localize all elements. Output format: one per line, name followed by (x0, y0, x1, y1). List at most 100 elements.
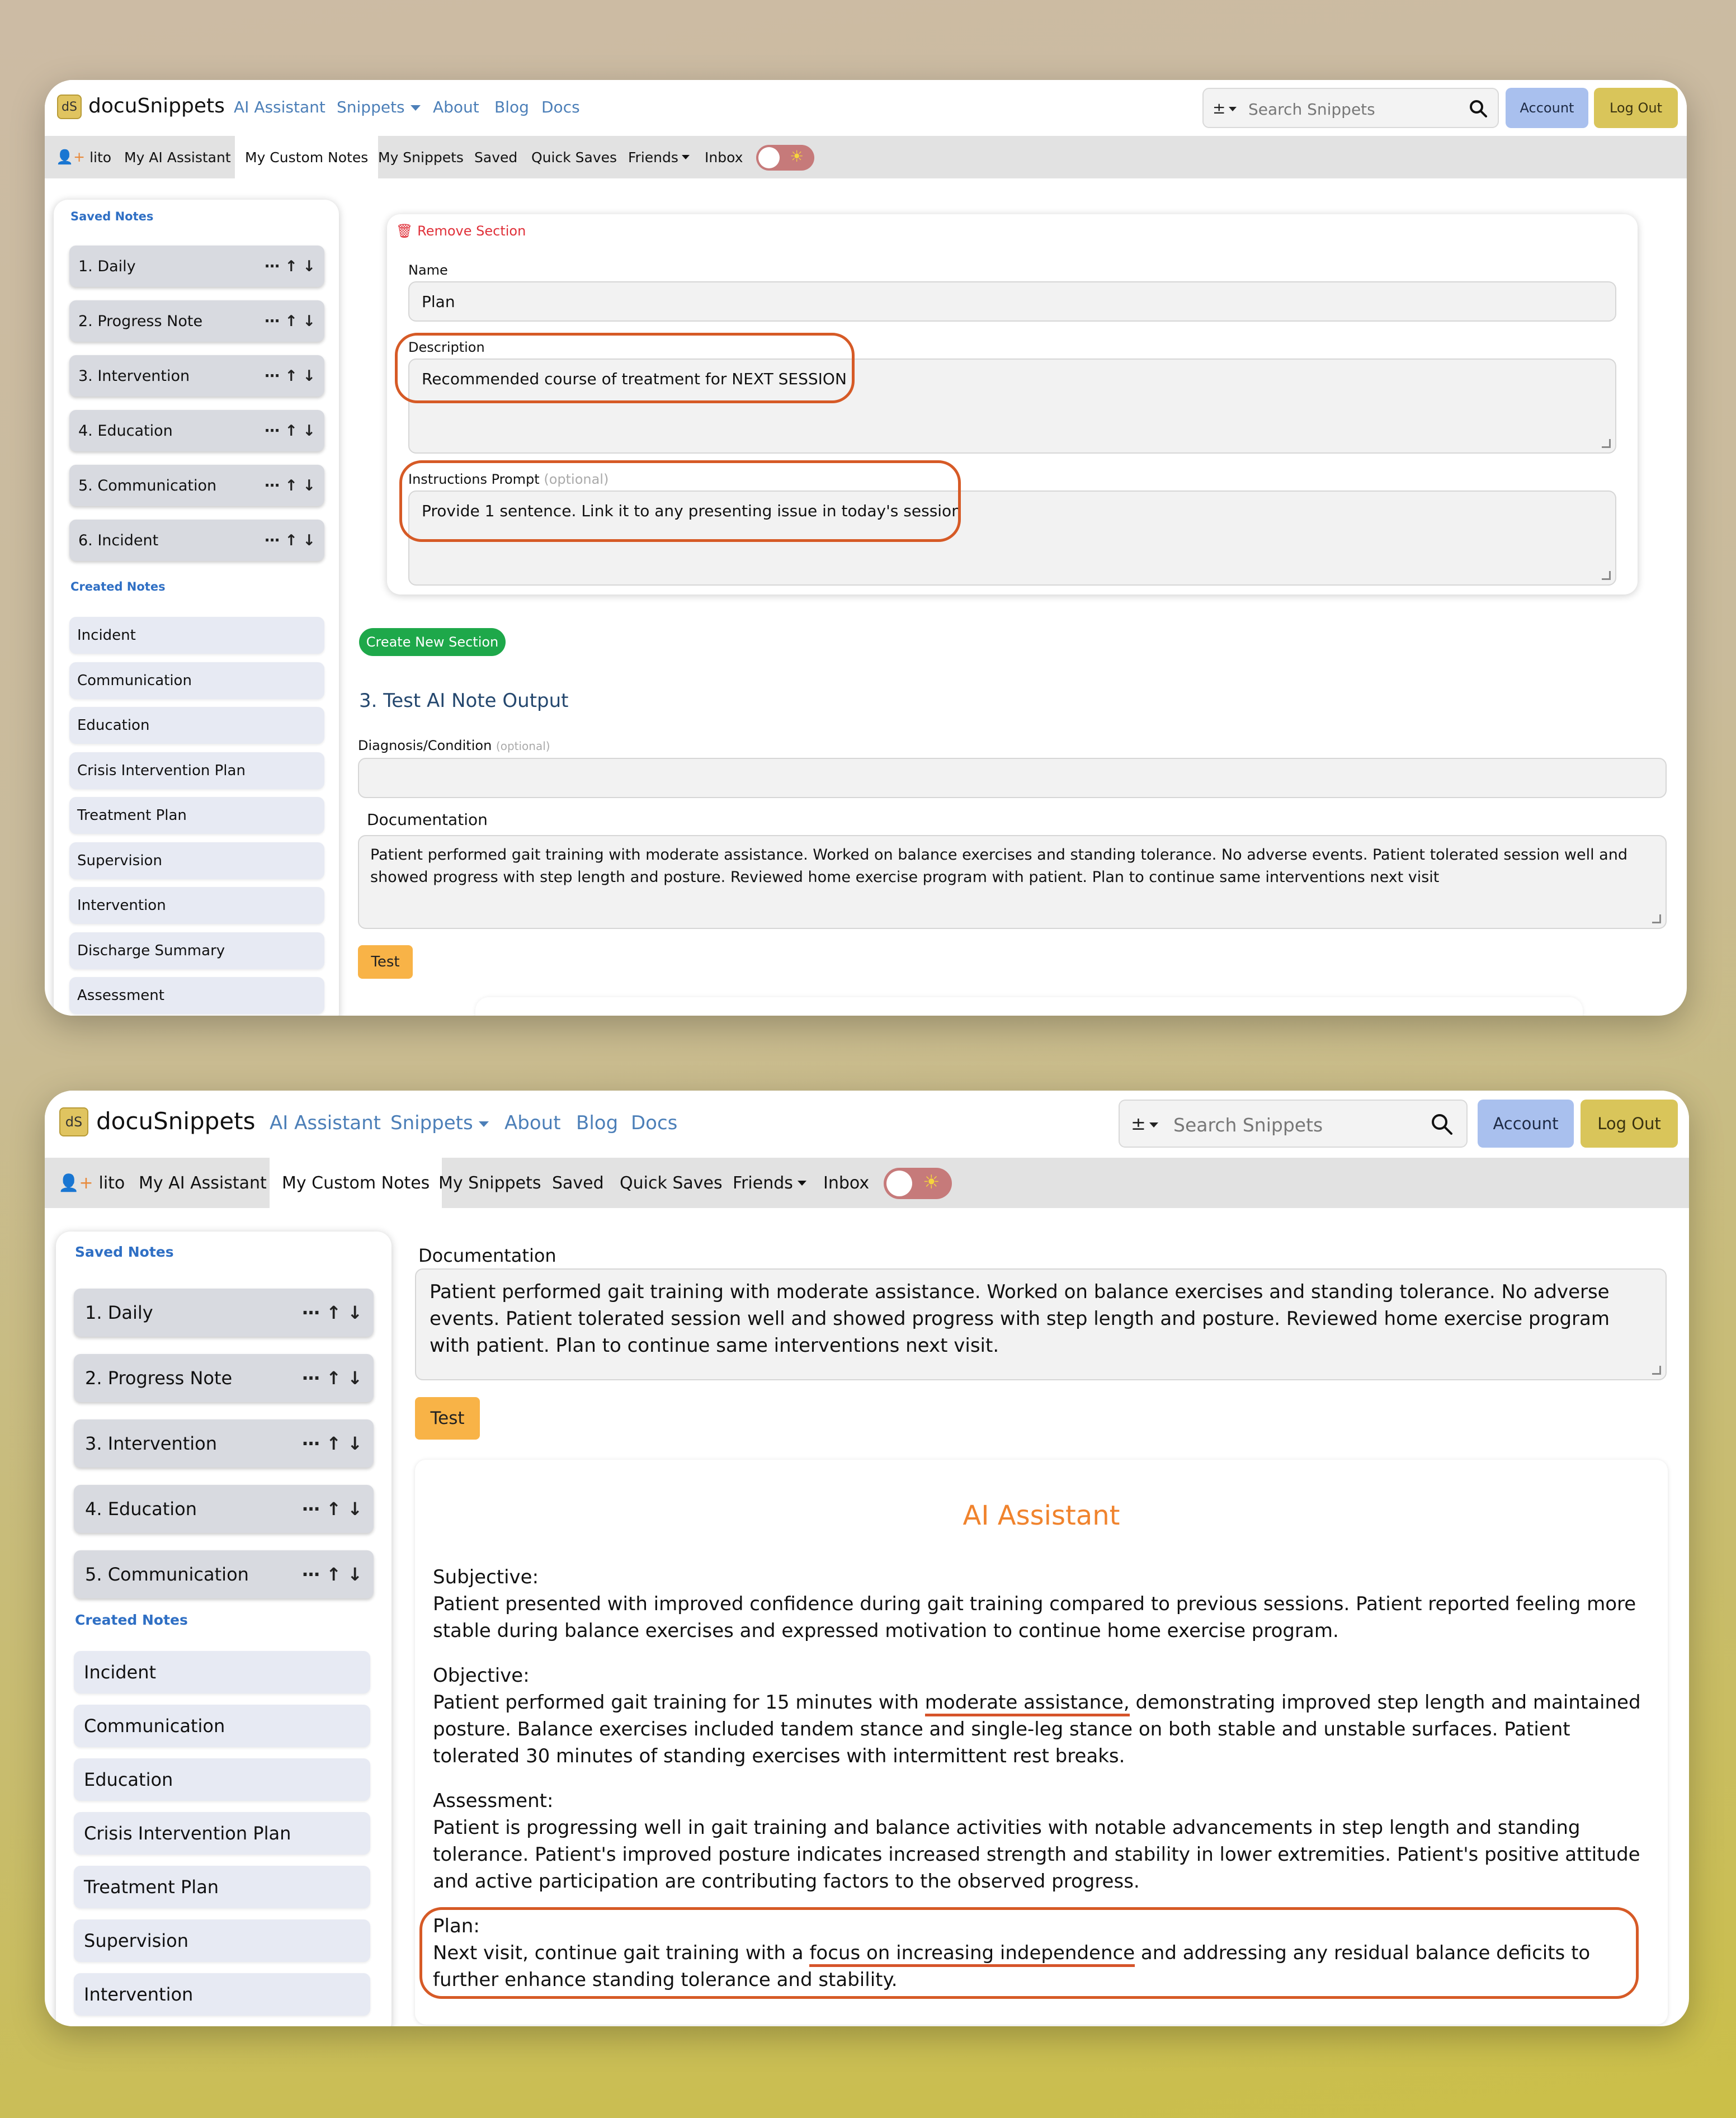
nav-ai-assistant[interactable]: AI Assistant (270, 1112, 381, 1134)
created-note-item[interactable]: Education (69, 707, 324, 744)
logout-button[interactable]: Log Out (1581, 1100, 1678, 1148)
remove-section-button[interactable]: 🗑 Remove Section (396, 223, 526, 239)
tab-saved[interactable]: Saved (474, 136, 517, 178)
nav-blog[interactable]: Blog (576, 1112, 618, 1134)
search-icon[interactable] (1469, 99, 1488, 118)
saved-note-item[interactable]: 2. Progress Note ⋯ ↑ ↓ (69, 300, 324, 342)
account-button[interactable]: Account (1478, 1100, 1574, 1148)
created-note-item[interactable]: Supervision (69, 842, 324, 879)
saved-note-item[interactable]: 4. Education ⋯ ↑ ↓ (69, 410, 324, 451)
tab-friends[interactable]: Friends (628, 136, 690, 178)
search-box[interactable]: ± Search Snippets (1202, 88, 1499, 128)
nav-about[interactable]: About (504, 1112, 561, 1134)
saved-note-item[interactable]: 1. Daily ⋯ ↑ ↓ (69, 246, 324, 287)
diagnosis-input[interactable] (358, 758, 1667, 798)
created-notes-heading: Created Notes (70, 580, 166, 593)
created-note-item[interactable]: Treatment Plan (74, 1866, 370, 1908)
created-note-item[interactable]: Discharge Summary (69, 932, 324, 969)
saved-note-item[interactable]: 4. Education ⋯ ↑ ↓ (74, 1485, 374, 1533)
tab-my-snippets[interactable]: My Snippets (378, 136, 464, 178)
brand-logo[interactable]: dS (59, 1107, 88, 1136)
saved-note-item[interactable]: 6. Incident ⋯ ↑ ↓ (69, 520, 324, 561)
created-note-item[interactable]: Intervention (69, 887, 324, 924)
brand-name[interactable]: docuSnippets (88, 95, 225, 117)
saved-note-item[interactable]: 1. Daily ⋯ ↑ ↓ (74, 1289, 374, 1337)
created-note-item[interactable]: Communication (74, 1705, 370, 1747)
brand-logo[interactable]: dS (57, 95, 82, 119)
user-menu[interactable]: 👤+ lito (56, 136, 111, 178)
filter-icon[interactable]: ± (1131, 1113, 1158, 1134)
test-button[interactable]: Test (415, 1397, 480, 1440)
create-section-button[interactable]: Create New Section (359, 628, 506, 656)
theme-toggle[interactable]: ☀ (756, 145, 814, 171)
search-input[interactable]: Search Snippets (1173, 1114, 1323, 1136)
created-note-item[interactable]: Incident (74, 1651, 370, 1694)
filter-icon[interactable]: ± (1213, 99, 1237, 117)
tab-my-ai-assistant[interactable]: My AI Assistant (139, 1158, 267, 1208)
reorder-controls[interactable]: ⋯ ↑ ↓ (302, 1550, 362, 1598)
created-note-item[interactable]: Assessment (69, 977, 324, 1014)
tab-inbox[interactable]: Inbox (705, 136, 743, 178)
nav-docs[interactable]: Docs (541, 98, 580, 116)
tab-quick-saves[interactable]: Quick Saves (620, 1158, 723, 1208)
nav-blog[interactable]: Blog (494, 98, 529, 116)
saved-note-item[interactable]: 2. Progress Note ⋯ ↑ ↓ (74, 1354, 374, 1402)
resize-handle[interactable] (1652, 914, 1661, 923)
reorder-controls[interactable]: ⋯ ↑ ↓ (265, 300, 315, 342)
nav-snippets[interactable]: Snippets (337, 98, 421, 116)
search-icon[interactable] (1431, 1113, 1453, 1135)
reorder-controls[interactable]: ⋯ ↑ ↓ (302, 1485, 362, 1533)
tab-my-custom-notes[interactable]: My Custom Notes (270, 1158, 442, 1208)
search-input[interactable]: Search Snippets (1248, 100, 1375, 119)
resize-handle[interactable] (1602, 571, 1611, 580)
brand-name[interactable]: docuSnippets (96, 1107, 256, 1135)
reorder-controls[interactable]: ⋯ ↑ ↓ (265, 465, 315, 506)
reorder-controls[interactable]: ⋯ ↑ ↓ (265, 520, 315, 561)
user-menu[interactable]: 👤+ lito (58, 1158, 125, 1208)
sub-nav: 👤+ lito My AI Assistant My Custom Notes M… (45, 136, 1687, 178)
tab-quick-saves[interactable]: Quick Saves (531, 136, 617, 178)
nav-snippets-label: Snippets (390, 1112, 473, 1134)
created-note-item[interactable]: Incident (69, 617, 324, 654)
theme-toggle[interactable]: ☀ (884, 1168, 952, 1199)
search-box[interactable]: ± Search Snippets (1119, 1100, 1468, 1148)
saved-note-item[interactable]: 3. Intervention ⋯ ↑ ↓ (69, 355, 324, 397)
reorder-controls[interactable]: ⋯ ↑ ↓ (302, 1354, 362, 1402)
tab-friends[interactable]: Friends (733, 1158, 806, 1208)
reorder-controls[interactable]: ⋯ ↑ ↓ (265, 410, 315, 451)
created-note-item[interactable]: Communication (69, 662, 324, 699)
user-add-icon: 👤+ (58, 1173, 93, 1193)
documentation-textarea[interactable]: Patient performed gait training with mod… (358, 835, 1667, 929)
nav-snippets[interactable]: Snippets (390, 1112, 489, 1134)
nav-about[interactable]: About (433, 98, 479, 116)
saved-notes-scroll[interactable]: 1. Daily ⋯ ↑ ↓ 2. Progress Note ⋯ ↑ ↓ 3. Int… (56, 1265, 391, 1605)
documentation-textarea[interactable]: Patient performed gait training with mod… (415, 1268, 1667, 1380)
test-button[interactable]: Test (358, 945, 413, 979)
nav-ai-assistant[interactable]: AI Assistant (234, 98, 326, 116)
tab-my-snippets[interactable]: My Snippets (438, 1158, 541, 1208)
saved-note-item[interactable]: 5. Communication ⋯ ↑ ↓ (74, 1550, 374, 1598)
created-note-item[interactable]: Crisis Intervention Plan (69, 752, 324, 789)
resize-handle[interactable] (1602, 439, 1611, 448)
reorder-controls[interactable]: ⋯ ↑ ↓ (302, 1419, 362, 1468)
account-button[interactable]: Account (1506, 88, 1588, 128)
assessment-heading: Assessment: (433, 1790, 554, 1812)
nav-docs[interactable]: Docs (631, 1112, 677, 1134)
saved-note-item[interactable]: 5. Communication ⋯ ↑ ↓ (69, 465, 324, 506)
resize-handle[interactable] (1652, 1366, 1661, 1375)
tab-saved[interactable]: Saved (552, 1158, 604, 1208)
created-note-item[interactable]: Treatment Plan (69, 797, 324, 834)
created-note-item[interactable]: Crisis Intervention Plan (74, 1812, 370, 1855)
reorder-controls[interactable]: ⋯ ↑ ↓ (302, 1289, 362, 1337)
tab-inbox[interactable]: Inbox (823, 1158, 869, 1208)
created-note-item[interactable]: Education (74, 1758, 370, 1801)
tab-my-ai-assistant[interactable]: My AI Assistant (124, 136, 231, 178)
reorder-controls[interactable]: ⋯ ↑ ↓ (265, 355, 315, 397)
created-note-item[interactable]: Supervision (74, 1919, 370, 1962)
name-input[interactable]: Plan (408, 281, 1616, 322)
saved-note-item[interactable]: 3. Intervention ⋯ ↑ ↓ (74, 1419, 374, 1468)
created-note-item[interactable]: Intervention (74, 1973, 370, 2016)
tab-my-custom-notes[interactable]: My Custom Notes (235, 136, 379, 178)
reorder-controls[interactable]: ⋯ ↑ ↓ (265, 246, 315, 287)
logout-button[interactable]: Log Out (1594, 88, 1678, 128)
